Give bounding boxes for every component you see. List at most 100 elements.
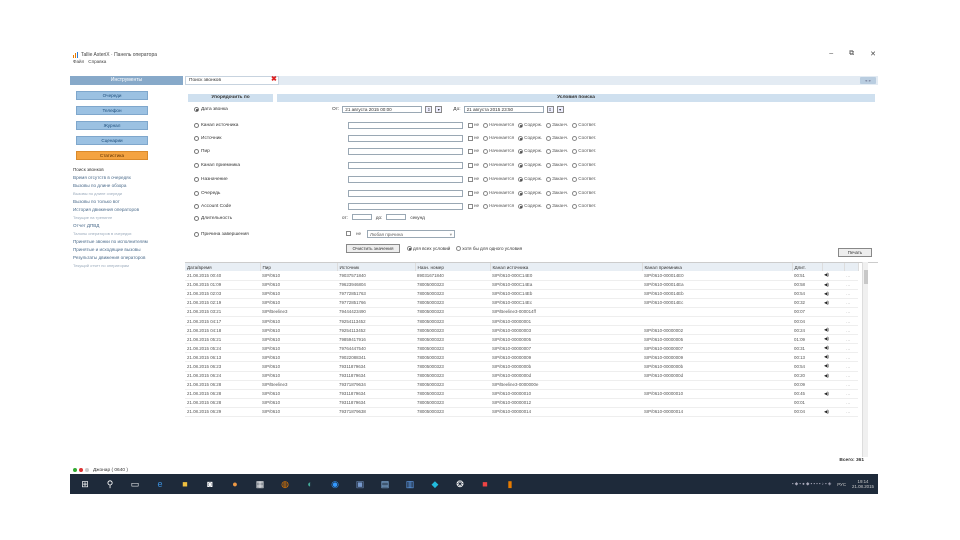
table-row[interactable]: 21.08.2015 02:03 SIP/0610 79772851763 78005… xyxy=(185,289,858,299)
app8-icon[interactable]: ❂ xyxy=(453,477,467,491)
calculator-icon[interactable]: ▦ xyxy=(253,477,267,491)
match-ends[interactable]: Заканч. xyxy=(546,122,568,128)
menu-file[interactable]: Файл xyxy=(73,59,84,66)
sidebar-button-queues[interactable]: Очереди xyxy=(76,91,148,100)
table-row[interactable]: 21.08.2015 06:24 SIP/0610 79311879634 78005… xyxy=(185,371,858,381)
dest-channel-input[interactable] xyxy=(348,162,463,169)
report-item[interactable]: Текущие на тренинге xyxy=(73,214,183,222)
reason-not-checkbox[interactable]: не xyxy=(346,228,361,238)
table-row[interactable]: 21.08.2015 06:28 SIP/Beeline3 79371879634 7… xyxy=(185,380,858,390)
row-menu-icon[interactable]: … xyxy=(844,307,858,317)
collapse-panel-button[interactable]: « » xyxy=(860,77,876,84)
not-checkbox[interactable]: не xyxy=(468,148,479,154)
queue-input[interactable] xyxy=(348,190,463,197)
criterion-dest-channel[interactable]: Канал приемника xyxy=(194,160,240,170)
report-item[interactable]: Время отсутств в очередях xyxy=(73,174,183,182)
table-row[interactable]: 21.08.2015 06:29 SIP/0610 79371879638 78005… xyxy=(185,407,858,418)
match-exact[interactable]: Соответ. xyxy=(572,190,596,196)
row-menu-icon[interactable]: … xyxy=(844,280,858,290)
app5-icon[interactable]: ▤ xyxy=(378,477,392,491)
criterion-destination[interactable]: Назначение xyxy=(194,174,228,184)
edge-icon[interactable]: e xyxy=(153,477,167,491)
match-contains[interactable]: Содерж. xyxy=(518,190,542,196)
app1-icon[interactable]: ◍ xyxy=(278,477,292,491)
chrome-icon[interactable]: ● xyxy=(228,477,242,491)
row-menu-icon[interactable]: … xyxy=(844,271,858,281)
match-ends[interactable]: Заканч. xyxy=(546,135,568,141)
tab-close-icon[interactable]: ✖ xyxy=(271,76,277,84)
report-item[interactable]: Вызовы по длине обзора xyxy=(73,182,183,190)
sidebar-button-journal[interactable]: Журнал xyxy=(76,121,148,130)
row-menu-icon[interactable]: … xyxy=(844,334,858,345)
duration-from-input[interactable] xyxy=(351,214,372,220)
table-row[interactable]: 21.08.2015 06:13 SIP/0610 79022088341 78005… xyxy=(185,352,858,363)
clear-values-button[interactable]: Очистить значения xyxy=(346,244,400,253)
criterion-queue[interactable]: Очередь xyxy=(194,188,220,198)
destination-input[interactable] xyxy=(348,176,463,183)
col-source[interactable]: Источник xyxy=(337,263,416,271)
app9-icon[interactable]: ■ xyxy=(478,477,492,491)
play-recording-icon[interactable]: ◀) xyxy=(822,298,844,308)
report-item[interactable]: Поиск звонков xyxy=(73,166,183,174)
col-duration[interactable]: Длит. xyxy=(792,263,823,271)
match-starts[interactable]: Начинается xyxy=(483,190,514,196)
row-menu-icon[interactable]: … xyxy=(844,380,858,390)
hangup-reason-select[interactable]: Любая причина ▾ xyxy=(367,230,455,238)
table-row[interactable]: 21.08.2015 06:23 SIP/0610 79311879634 78005… xyxy=(185,361,858,372)
app10-icon[interactable]: ▮ xyxy=(503,477,517,491)
col-dest-number[interactable]: Назн. номер xyxy=(415,263,491,271)
close-window-button[interactable]: ✕ xyxy=(870,50,876,58)
date-from-input[interactable]: 21 августа 2015 00:00 xyxy=(342,106,423,113)
criterion-source-channel[interactable]: Канал источника xyxy=(194,120,238,130)
play-recording-icon[interactable]: ◀) xyxy=(822,334,844,345)
source-channel-input[interactable] xyxy=(348,122,463,129)
date-from-dropdown-icon[interactable]: ▾ xyxy=(435,106,443,113)
app3-icon[interactable]: ◉ xyxy=(328,477,342,491)
minimize-button[interactable]: – xyxy=(829,50,833,58)
col-datetime[interactable]: Дата/время xyxy=(185,263,261,271)
play-recording-icon[interactable]: ◀) xyxy=(822,289,844,299)
table-row[interactable]: 21.08.2015 00:40 SIP/0610 79037571840 89031… xyxy=(185,271,858,281)
app6-icon[interactable]: ▥ xyxy=(403,477,417,491)
play-recording-icon[interactable]: ◀) xyxy=(822,280,844,290)
source-input[interactable] xyxy=(348,135,463,142)
table-row[interactable]: 21.08.2015 01:09 SIP/0610 79623946804 78005… xyxy=(185,280,858,290)
row-menu-icon[interactable]: … xyxy=(844,325,858,336)
play-recording-icon[interactable]: ◀) xyxy=(822,407,844,418)
match-starts[interactable]: Начинается xyxy=(483,135,514,141)
table-row[interactable]: 21.08.2015 06:28 SIP/0610 79311879634 78005… xyxy=(185,398,858,408)
any-condition-radio[interactable]: хотя бы для одного условия xyxy=(456,246,522,252)
match-ends[interactable]: Заканч. xyxy=(546,176,568,182)
report-item[interactable]: Результаты движения операторов xyxy=(73,254,183,262)
search-icon[interactable]: ⚲ xyxy=(103,477,117,491)
table-row[interactable]: 21.08.2015 04:17 SIP/0610 79254113452 78005… xyxy=(185,316,858,327)
tray-icons[interactable]: ▪ ◆ ▪ ● ◆ ▪ ▪ ▪ ▪ ♪ ▪ ◈ xyxy=(792,481,831,487)
clock[interactable]: 19:14 21.08.2015 xyxy=(852,479,874,489)
match-exact[interactable]: Соответ. xyxy=(572,122,596,128)
match-exact[interactable]: Соответ. xyxy=(572,135,596,141)
criterion-call-date[interactable]: Дата звонка xyxy=(194,104,228,114)
print-button[interactable]: Печать xyxy=(838,248,872,257)
play-recording-icon[interactable]: ◀) xyxy=(822,361,844,372)
tab-call-search[interactable]: Поиск звонков xyxy=(185,76,279,85)
not-checkbox[interactable]: не xyxy=(468,122,479,128)
criterion-account-code[interactable]: Account Code xyxy=(194,201,231,211)
date-to-dropdown-icon[interactable]: ▾ xyxy=(556,106,564,113)
account-code-input[interactable] xyxy=(348,203,463,210)
report-item[interactable]: Принятые и исходящие вызовы xyxy=(73,246,183,254)
play-recording-icon[interactable]: ◀) xyxy=(822,352,844,363)
match-starts[interactable]: Начинается xyxy=(483,122,514,128)
not-checkbox[interactable]: не xyxy=(468,135,479,141)
col-source-channel[interactable]: Канал источника xyxy=(490,263,643,271)
row-menu-icon[interactable]: … xyxy=(844,352,858,363)
match-ends[interactable]: Заканч. xyxy=(546,148,568,154)
row-menu-icon[interactable]: … xyxy=(844,289,858,299)
row-menu-icon[interactable]: … xyxy=(844,407,858,418)
language-indicator[interactable]: РУС xyxy=(837,482,846,487)
row-menu-icon[interactable]: … xyxy=(844,361,858,372)
date-to-input[interactable]: 21 августа 2015 23:50 xyxy=(463,106,544,113)
duration-to-input[interactable] xyxy=(386,214,407,220)
criterion-source[interactable]: Источник xyxy=(194,133,221,143)
match-contains[interactable]: Содерж. xyxy=(518,176,542,182)
report-item[interactable]: Текущий отчет по операторам xyxy=(73,262,183,270)
